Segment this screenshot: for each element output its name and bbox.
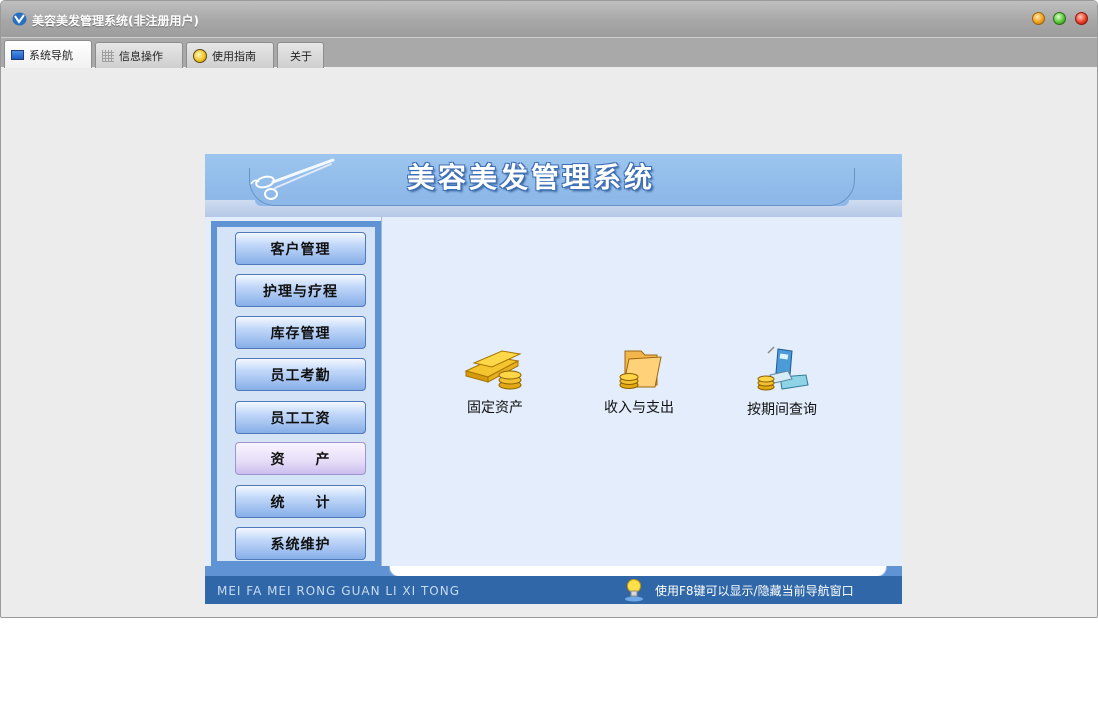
period-query-item[interactable]: 按期间查询	[727, 345, 837, 419]
guide-icon	[193, 48, 207, 63]
scissors-icon	[250, 158, 335, 200]
tab-info-operations[interactable]: 信息操作	[95, 42, 183, 68]
nav-inventory-management[interactable]: 库存管理	[235, 316, 366, 349]
sidebar: 客户管理 护理与疗程 库存管理 员工考勤 员工工资 资 产 统 计 系统维护	[211, 221, 381, 566]
income-expense-item[interactable]: 收入与支出	[584, 345, 694, 417]
footer-pinyin-text: MEI FA MEI RONG GUAN LI XI TONG	[217, 584, 461, 598]
tab-system-navigation[interactable]: 系统导航	[4, 40, 92, 68]
title-bar[interactable]: 美容美发管理系统(非注册用户)	[1, 1, 1097, 37]
grid-icon	[102, 49, 114, 62]
tab-label: 信息操作	[119, 49, 163, 63]
close-button[interactable]	[1075, 12, 1088, 25]
folder-coins-icon	[619, 350, 662, 389]
nav-customer-management[interactable]: 客户管理	[235, 232, 366, 265]
tab-label: 使用指南	[212, 49, 256, 63]
panel-header: 美容美发管理系统	[205, 154, 902, 217]
content-area: 固定资产 收入与支出 按期间查询	[381, 217, 902, 566]
tab-label: 系统导航	[29, 48, 73, 62]
panel-title: 美容美发管理系统	[407, 161, 656, 194]
item-label: 收入与支出	[604, 400, 674, 416]
tab-label: 关于	[290, 49, 312, 63]
nav-system-maintenance[interactable]: 系统维护	[235, 527, 366, 560]
nav-staff-salary[interactable]: 员工工资	[235, 401, 366, 434]
nav-staff-attendance[interactable]: 员工考勤	[235, 358, 366, 391]
monitor-icon	[11, 49, 24, 60]
navigation-panel: 美容美发管理系统 客户管理 护理与疗程 库存管理 员工考勤 员工工资 资 产 统…	[205, 154, 902, 604]
sidebar-inner: 客户管理 护理与疗程 库存管理 员工考勤 员工工资 资 产 统 计 系统维护	[217, 227, 375, 561]
nav-statistics[interactable]: 统 计	[235, 485, 366, 518]
lightbulb-icon	[625, 579, 643, 602]
tab-user-guide[interactable]: 使用指南	[186, 42, 274, 68]
fixed-assets-item[interactable]: 固定资产	[440, 345, 550, 417]
maximize-button[interactable]	[1053, 12, 1066, 25]
window-title: 美容美发管理系统(非注册用户)	[32, 14, 199, 28]
tab-bar: 系统导航 信息操作 使用指南 关于	[1, 37, 1097, 68]
app-logo-icon	[12, 12, 27, 26]
item-label: 固定资产	[467, 400, 523, 416]
app-window: 美容美发管理系统(非注册用户) 系统导航 信息操作 使用指南 关于 美容美发管理…	[0, 0, 1098, 618]
minimize-button[interactable]	[1032, 12, 1045, 25]
footer-hint: 使用F8键可以显示/隐藏当前导航窗口	[655, 584, 854, 598]
nav-care-treatment[interactable]: 护理与疗程	[235, 274, 366, 307]
gold-bars-coins-icon	[464, 350, 522, 390]
item-label: 按期间查询	[747, 402, 817, 418]
panel-footer: MEI FA MEI RONG GUAN LI XI TONG 使用F8键可以显…	[205, 576, 902, 604]
tab-about[interactable]: 关于	[277, 42, 324, 68]
nav-assets[interactable]: 资 产	[235, 442, 366, 475]
calculator-coins-icon	[757, 346, 809, 391]
